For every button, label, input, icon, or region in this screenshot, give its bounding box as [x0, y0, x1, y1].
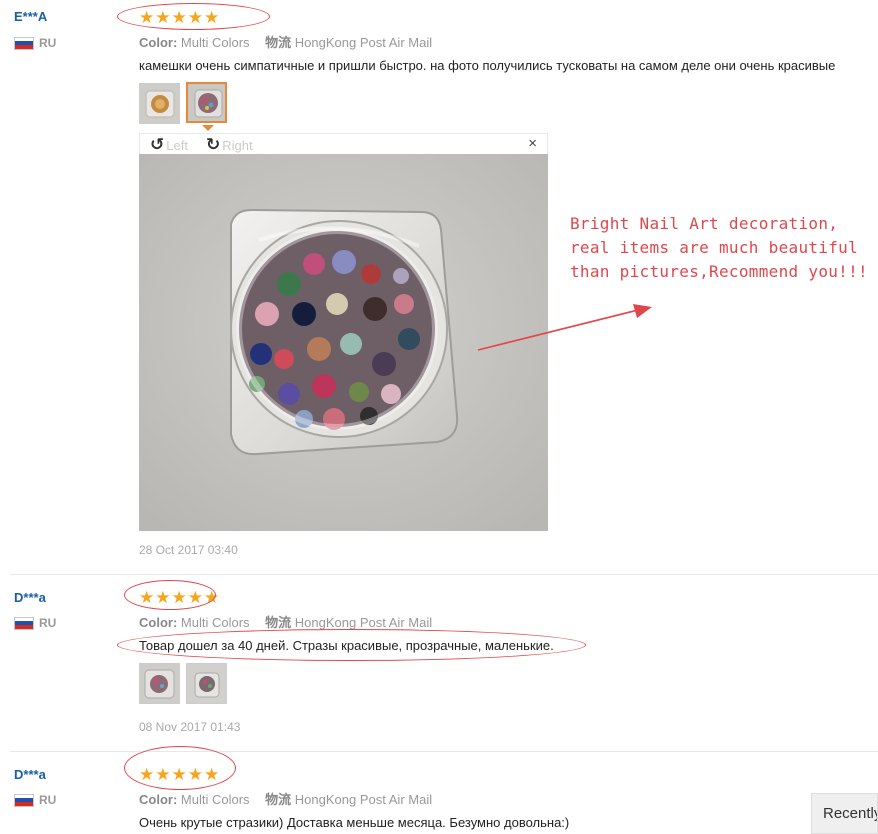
color-value: Multi Colors	[180, 35, 250, 50]
promo-annotation: Bright Nail Art decoration, real items a…	[570, 214, 868, 281]
order-attributes: Color: Multi Colors 物流 HongKong Post Air…	[139, 612, 432, 631]
rotate-right-icon: ↻	[206, 135, 221, 154]
reviewer-country: RU	[14, 36, 56, 50]
reviewer-country: RU	[14, 793, 56, 807]
reviewer-name[interactable]: D***a	[14, 590, 46, 605]
rotate-left-label: Left	[166, 137, 188, 153]
recently-viewed-tab[interactable]: Recently	[811, 793, 878, 834]
close-icon[interactable]: ×	[528, 135, 537, 152]
order-attributes: Color: Multi Colors 物流 HongKong Post Air…	[139, 32, 432, 51]
russia-flag-icon	[14, 616, 34, 630]
review-photo-thumbnail[interactable]	[186, 663, 227, 704]
shipping-label: 物流	[265, 615, 292, 630]
rotate-left-button[interactable]: ↺ Left	[150, 135, 188, 155]
shipping-label: 物流	[265, 35, 292, 50]
review-date: 28 Oct 2017 03:40	[139, 543, 238, 557]
review-photo-thumbnail-active[interactable]	[186, 82, 227, 123]
review-photo-thumbnail[interactable]	[139, 663, 180, 704]
shipping-value: HongKong Post Air Mail	[294, 615, 433, 630]
reviewer-name[interactable]: E***A	[14, 9, 47, 24]
image-viewer-toolbar: ↺ Left ↻ Right ×	[139, 133, 548, 154]
rotate-right-label: Right	[222, 137, 253, 153]
color-label: Color:	[139, 35, 178, 50]
highlight-ellipse	[124, 580, 216, 610]
rotate-right-button[interactable]: ↻ Right	[206, 135, 253, 155]
thumbnail-pointer	[202, 125, 214, 131]
color-label: Color:	[139, 615, 178, 630]
annotation-arrow-icon	[477, 304, 652, 351]
highlight-ellipse	[124, 746, 236, 790]
review-date: 08 Nov 2017 01:43	[139, 720, 241, 734]
reviewer-name[interactable]: D***a	[14, 767, 46, 782]
shipping-value: HongKong Post Air Mail	[294, 792, 433, 807]
rotate-left-icon: ↺	[150, 135, 165, 154]
color-label: Color:	[139, 792, 178, 807]
shipping-value: HongKong Post Air Mail	[294, 35, 433, 50]
reviewer-country: RU	[14, 616, 56, 630]
russia-flag-icon	[14, 793, 34, 807]
shipping-label: 物流	[265, 792, 292, 807]
color-value: Multi Colors	[180, 615, 250, 630]
review-photo-thumbnail[interactable]	[139, 83, 180, 124]
review-divider	[10, 574, 878, 575]
review-text: Очень крутые стразики) Доставка меньше м…	[139, 815, 570, 830]
highlight-ellipse	[117, 3, 270, 30]
russia-flag-icon	[14, 36, 34, 50]
color-value: Multi Colors	[180, 792, 250, 807]
order-attributes: Color: Multi Colors 物流 HongKong Post Air…	[139, 789, 432, 808]
highlight-ellipse	[117, 629, 586, 661]
review-text: камешки очень симпатичные и пришли быстр…	[139, 58, 836, 73]
country-code: RU	[39, 793, 57, 807]
country-code: RU	[39, 36, 57, 50]
country-code: RU	[39, 616, 57, 630]
